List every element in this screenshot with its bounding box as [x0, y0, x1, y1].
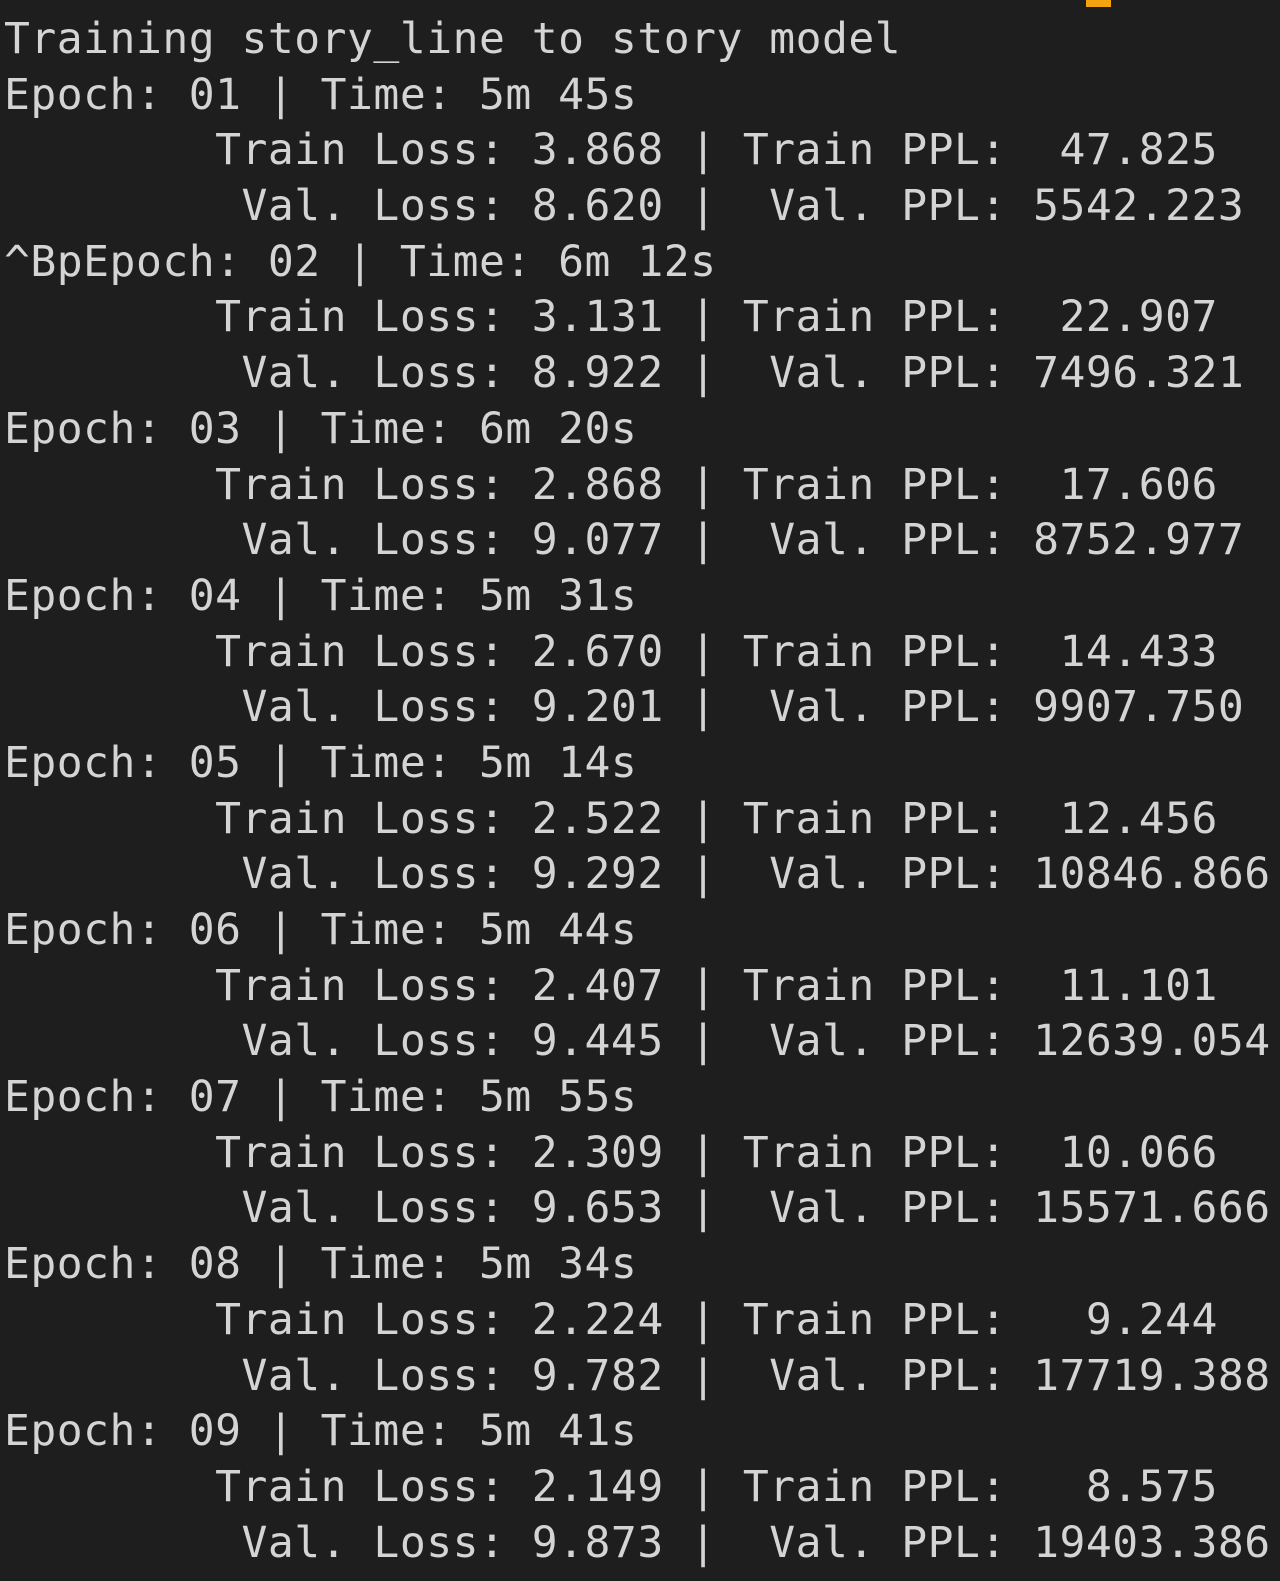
terminal-cursor [1086, 0, 1111, 7]
output-line-train-03: Train Loss: 2.868 | Train PPL: 17.606 [4, 459, 1218, 510]
output-line-train-05: Train Loss: 2.522 | Train PPL: 12.456 [4, 793, 1218, 844]
output-line-train-02: Train Loss: 3.131 | Train PPL: 22.907 [4, 292, 1218, 343]
terminal-output[interactable]: Training story_line to story model Epoch… [0, 0, 1280, 1581]
output-line-val-06: Val. Loss: 9.445 | Val. PPL: 12639.054 [4, 1016, 1271, 1067]
output-line-train-09: Train Loss: 2.149 | Train PPL: 8.575 [4, 1461, 1218, 1512]
output-line-val-03: Val. Loss: 9.077 | Val. PPL: 8752.977 [4, 515, 1245, 566]
output-line-epoch-09: Epoch: 09 | Time: 5m 41s [4, 1406, 638, 1457]
output-line-epoch-06: Epoch: 06 | Time: 5m 44s [4, 905, 638, 955]
output-line-val-09: Val. Loss: 9.873 | Val. PPL: 19403.386 [4, 1517, 1271, 1568]
output-line-val-04: Val. Loss: 9.201 | Val. PPL: 9907.750 [4, 682, 1245, 733]
output-line-train-01: Train Loss: 3.868 | Train PPL: 47.825 [4, 125, 1218, 176]
output-line-val-07: Val. Loss: 9.653 | Val. PPL: 15571.666 [4, 1183, 1271, 1234]
output-line-epoch-08: Epoch: 08 | Time: 5m 34s [4, 1239, 638, 1290]
output-line-val-02: Val. Loss: 8.922 | Val. PPL: 7496.321 [4, 348, 1245, 399]
output-line-train-08: Train Loss: 2.224 | Train PPL: 9.244 [4, 1294, 1218, 1345]
output-line-epoch-07: Epoch: 07 | Time: 5m 55s [4, 1072, 638, 1123]
output-line-val-05: Val. Loss: 9.292 | Val. PPL: 10846.866 [4, 849, 1271, 900]
output-line-train-07: Train Loss: 2.309 | Train PPL: 10.066 [4, 1127, 1218, 1178]
output-line-epoch-05: Epoch: 05 | Time: 5m 14s [4, 737, 638, 788]
output-line-val-01: Val. Loss: 8.620 | Val. PPL: 5542.223 [4, 181, 1245, 232]
output-line-epoch-03: Epoch: 03 | Time: 6m 20s [4, 403, 638, 454]
output-line-train-06: Train Loss: 2.407 | Train PPL: 11.101 [4, 960, 1218, 1011]
output-line-title: Training story_line to story model [4, 14, 902, 64]
output-line-val-08: Val. Loss: 9.782 | Val. PPL: 17719.388 [4, 1350, 1271, 1401]
output-line-train-04: Train Loss: 2.670 | Train PPL: 14.433 [4, 626, 1218, 677]
output-line-epoch-02: ^BpEpoch: 02 | Time: 6m 12s [4, 236, 717, 287]
output-line-epoch-04: Epoch: 04 | Time: 5m 31s [4, 570, 638, 621]
output-line-epoch-01: Epoch: 01 | Time: 5m 45s [4, 69, 638, 120]
